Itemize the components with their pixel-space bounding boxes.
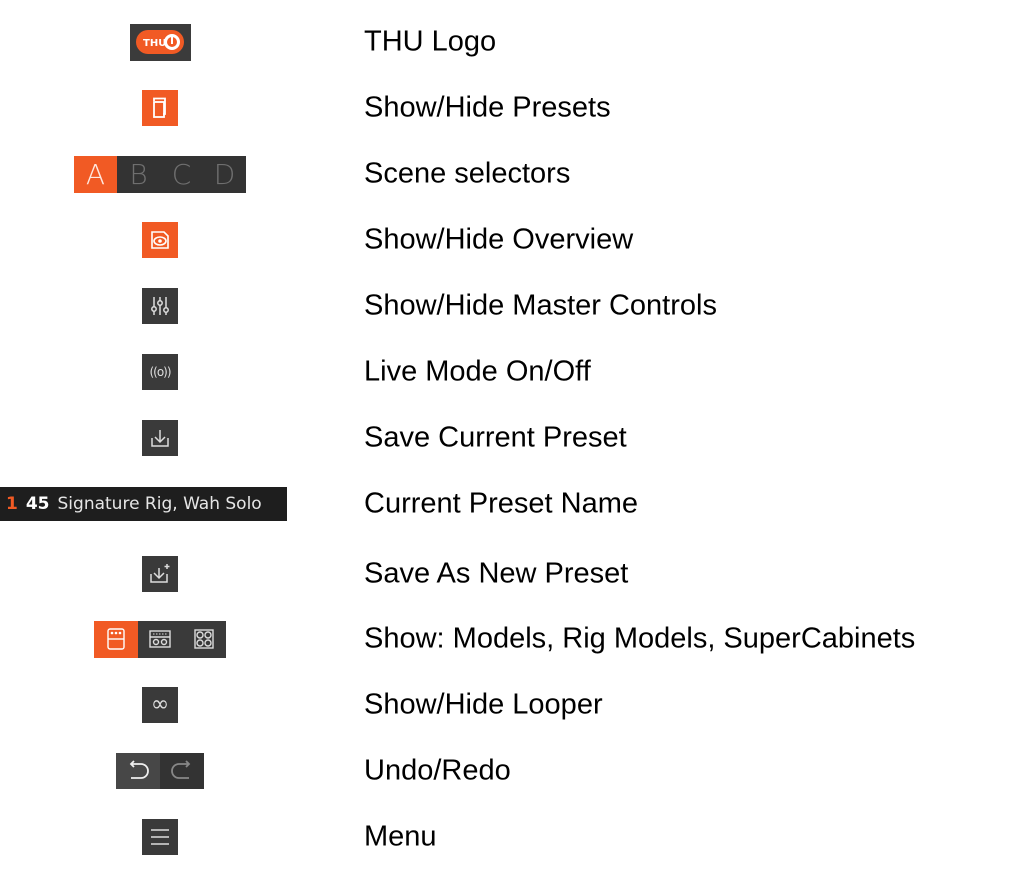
legend-label: Show: Models, Rig Models, SuperCabinets [364, 622, 916, 655]
live-mode-button[interactable]: ((o)) [142, 354, 178, 390]
show-looper-button[interactable]: ∞ [142, 687, 178, 723]
save-as-new-button[interactable] [142, 556, 178, 592]
overview-eye-icon [151, 231, 169, 249]
show-models-button[interactable] [94, 620, 138, 658]
legend-label: Current Preset Name [364, 487, 638, 520]
sliders-icon [151, 297, 169, 315]
legend-row-looper: ∞ Show/Hide Looper [0, 672, 1027, 738]
redo-icon [171, 760, 191, 779]
legend-row-save: Save Current Preset [0, 405, 1027, 471]
legend-row-save-as: Save As New Preset [0, 541, 1027, 607]
scene-b-button[interactable]: B [117, 156, 160, 193]
redo-button[interactable] [160, 753, 204, 789]
thu-logo-icon: THU [136, 30, 184, 54]
amp-icon [149, 630, 171, 648]
infinity-icon: ∞ [150, 692, 170, 717]
legend-row-live: ((o)) Live Mode On/Off [0, 339, 1027, 405]
legend-label: Show/Hide Looper [364, 688, 603, 721]
menu-button[interactable] [142, 819, 178, 855]
legend-label: Scene selectors [364, 157, 571, 190]
legend-label: Undo/Redo [364, 754, 511, 787]
legend-label: Save As New Preset [364, 557, 629, 590]
scene-c-button[interactable]: C [160, 156, 203, 193]
pedal-icon [107, 628, 125, 650]
show-master-controls-button[interactable] [142, 288, 178, 324]
legend-label: Show/Hide Overview [364, 223, 634, 256]
legend-row-menu: Menu [0, 804, 1027, 870]
legend-row-views: Show: Models, Rig Models, SuperCabinets [0, 606, 1027, 672]
legend-label: Live Mode On/Off [364, 355, 591, 388]
legend-row-undo-redo: Undo/Redo [0, 738, 1027, 804]
hamburger-menu-icon [151, 829, 169, 845]
scene-d-button[interactable]: D [203, 156, 246, 193]
legend-row-logo: THU THU Logo [0, 9, 1027, 75]
legend-label: THU Logo [364, 25, 497, 58]
undo-icon [129, 760, 149, 779]
preset-name-text: Signature Rig, Wah Solo [57, 494, 262, 514]
legend-label: Save Current Preset [364, 421, 627, 454]
save-download-icon [151, 430, 169, 447]
legend-row-master: Show/Hide Master Controls [0, 273, 1027, 339]
view-selectors [94, 620, 226, 658]
save-as-sparkle-icon [150, 564, 170, 583]
legend-row-overview: Show/Hide Overview [0, 207, 1027, 273]
live-mode-icon: ((o)) [149, 365, 171, 379]
save-preset-button[interactable] [142, 420, 178, 456]
preset-bank: 1 [6, 494, 18, 514]
scene-selectors: A B C D [74, 155, 246, 193]
legend-label: Show/Hide Presets [364, 91, 611, 124]
show-rig-models-button[interactable] [138, 621, 182, 658]
presets-copy-icon [153, 97, 166, 118]
legend-row-scenes: A B C D Scene selectors [0, 141, 1027, 207]
scene-a-button[interactable]: A [74, 155, 117, 193]
show-supercabinets-button[interactable] [182, 621, 226, 658]
show-presets-button[interactable] [142, 90, 178, 126]
show-overview-button[interactable] [142, 222, 178, 258]
legend-label: Menu [364, 820, 437, 853]
undo-redo-group [116, 753, 204, 789]
svg-text:THU: THU [143, 38, 166, 49]
legend-row-presets: Show/Hide Presets [0, 75, 1027, 141]
thu-logo-button[interactable]: THU [129, 23, 191, 61]
current-preset-name[interactable]: 1 45 Signature Rig, Wah Solo [0, 487, 287, 521]
preset-number: 45 [25, 494, 50, 514]
legend-label: Show/Hide Master Controls [364, 289, 717, 322]
undo-button[interactable] [116, 753, 160, 789]
cabinet-icon [194, 629, 214, 649]
legend-row-preset-name: 1 45 Signature Rig, Wah Solo Current Pre… [0, 471, 1027, 537]
